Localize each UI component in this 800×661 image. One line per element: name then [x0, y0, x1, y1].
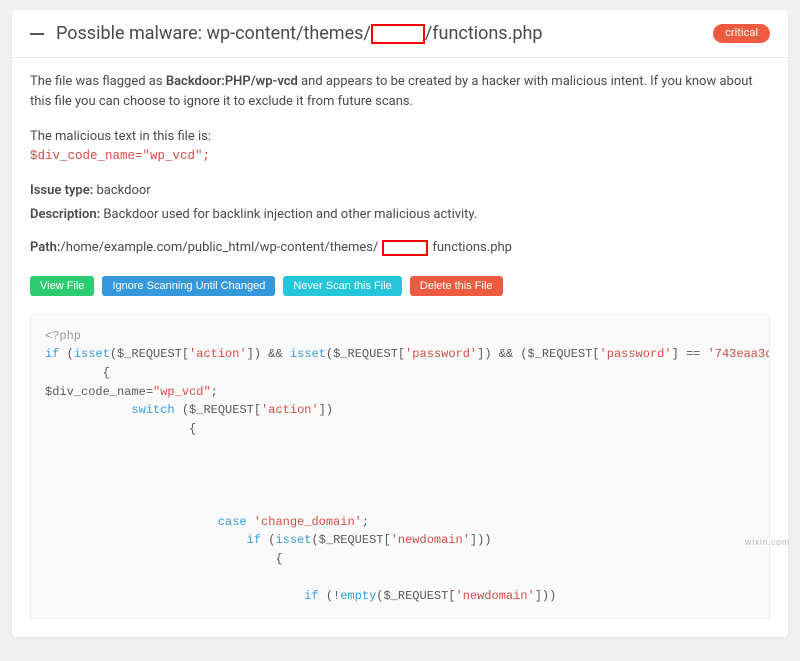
file-path: Path: /home/example.com/public_html/wp-c… [30, 238, 770, 258]
intro-paragraph: The file was flagged as Backdoor:PHP/wp-… [30, 72, 770, 111]
code-preview: <?php if (isset($_REQUEST['action']) && … [30, 314, 770, 619]
redacted-theme-name [371, 24, 425, 44]
scan-body: The file was flagged as Backdoor:PHP/wp-… [12, 58, 788, 276]
malicious-label: The malicious text in this file is: [30, 127, 770, 147]
ignore-until-changed-button[interactable]: Ignore Scanning Until Changed [102, 276, 275, 296]
title-suffix: /functions.php [425, 20, 543, 47]
delete-file-button[interactable]: Delete this File [410, 276, 503, 296]
never-scan-button[interactable]: Never Scan this File [283, 276, 401, 296]
watermark: wixin.com [745, 537, 790, 551]
action-buttons: View File Ignore Scanning Until Changed … [12, 276, 788, 296]
malware-name: Backdoor:PHP/wp-vcd [166, 74, 298, 89]
scan-result-header: Possible malware: wp-content/themes/ /fun… [12, 10, 788, 58]
collapse-icon[interactable] [30, 33, 44, 35]
view-file-button[interactable]: View File [30, 276, 94, 296]
scan-title: Possible malware: wp-content/themes/ /fun… [56, 20, 713, 47]
description: Description: Backdoor used for backlink … [30, 205, 770, 225]
severity-badge: critical [713, 24, 770, 43]
title-prefix: Possible malware: wp-content/themes/ [56, 20, 371, 47]
issue-type: Issue type: backdoor [30, 181, 770, 201]
redacted-theme-name-path [382, 240, 428, 256]
malicious-code: $div_code_name="wp_vcd"; [30, 147, 770, 166]
